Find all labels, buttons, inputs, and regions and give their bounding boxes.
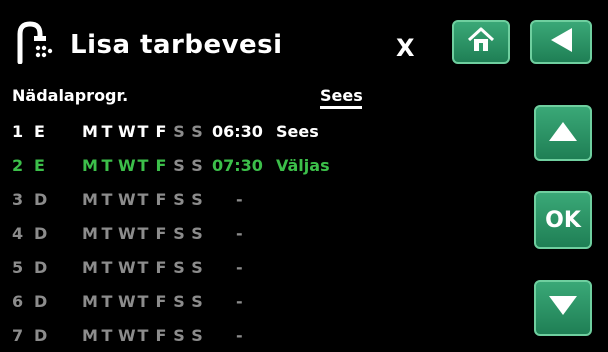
status-underline	[320, 106, 362, 109]
program-row[interactable]: 4DMTWTFSS-	[12, 220, 300, 246]
day-toggle: S	[191, 291, 203, 311]
tap-water-icon	[14, 20, 60, 65]
scroll-up-button[interactable]	[534, 105, 592, 161]
row-index: 1	[12, 121, 24, 141]
row-time: 06:30	[212, 121, 263, 141]
day-toggle: F	[155, 223, 167, 243]
program-label: Nädalaprogr.	[12, 86, 129, 105]
day-toggle: S	[191, 325, 203, 345]
day-toggle: F	[155, 121, 167, 141]
program-row[interactable]: 2 E M T W T F S S 07:30 Väljas	[12, 152, 330, 178]
day-toggle: T	[101, 155, 113, 175]
page-title: Lisa tarbevesi	[70, 30, 283, 60]
back-button[interactable]	[530, 20, 592, 64]
row-time: 07:30	[212, 155, 263, 175]
day-toggle: M	[82, 155, 98, 175]
day-toggle: T	[101, 257, 113, 277]
day-toggle: M	[82, 291, 98, 311]
program-row[interactable]: 7DMTWTFSS-	[12, 322, 300, 348]
close-button[interactable]: X	[396, 34, 415, 62]
ok-button[interactable]: OK	[534, 191, 592, 249]
row-time: -	[236, 223, 243, 243]
day-toggle: T	[101, 189, 113, 209]
arrow-left-icon	[548, 26, 574, 58]
row-mode: D	[34, 325, 48, 345]
row-time: -	[236, 291, 243, 311]
day-toggle: W	[118, 121, 136, 141]
day-toggle: T	[137, 121, 149, 141]
row-mode: E	[34, 155, 45, 175]
day-toggle: S	[173, 189, 185, 209]
day-toggle: W	[118, 223, 136, 243]
arrow-up-icon	[547, 119, 579, 147]
row-time: -	[236, 189, 243, 209]
row-index: 5	[12, 257, 24, 277]
row-mode: D	[34, 189, 48, 209]
scroll-down-button[interactable]	[534, 280, 592, 336]
day-toggle: S	[173, 325, 185, 345]
day-toggle: S	[191, 223, 203, 243]
day-toggle: S	[173, 155, 185, 175]
day-toggle: S	[191, 257, 203, 277]
row-status: Sees	[276, 121, 319, 141]
day-toggle: M	[82, 189, 98, 209]
day-toggle: F	[155, 189, 167, 209]
day-toggle: W	[118, 291, 136, 311]
row-index: 4	[12, 223, 24, 243]
program-row[interactable]: 6DMTWTFSS-	[12, 288, 300, 314]
row-mode: E	[34, 121, 45, 141]
row-index: 6	[12, 291, 24, 311]
day-toggle: T	[137, 325, 149, 345]
day-toggle: F	[155, 291, 167, 311]
home-icon	[466, 26, 496, 58]
day-toggle: S	[173, 257, 185, 277]
day-toggle: W	[118, 155, 136, 175]
day-toggle: W	[118, 325, 136, 345]
day-toggle: T	[137, 155, 149, 175]
row-index: 2	[12, 155, 24, 175]
home-button[interactable]	[452, 20, 510, 64]
program-row[interactable]: 5DMTWTFSS-	[12, 254, 300, 280]
row-mode: D	[34, 257, 48, 277]
day-toggle: W	[118, 189, 136, 209]
day-toggle: M	[82, 257, 98, 277]
day-toggle: S	[191, 121, 203, 141]
row-time: -	[236, 325, 243, 345]
day-toggle: M	[82, 121, 98, 141]
day-toggle: T	[137, 189, 149, 209]
day-toggle: F	[155, 325, 167, 345]
program-row[interactable]: 1 E M T W T F S S 06:30 Sees	[12, 118, 319, 144]
day-toggle: F	[155, 257, 167, 277]
row-mode: D	[34, 291, 48, 311]
day-toggle: T	[137, 257, 149, 277]
row-status: Väljas	[276, 155, 330, 175]
day-toggle: S	[191, 189, 203, 209]
day-toggle: T	[137, 223, 149, 243]
day-toggle: F	[155, 155, 167, 175]
day-toggle: T	[101, 223, 113, 243]
day-toggle: T	[101, 325, 113, 345]
row-mode: D	[34, 223, 48, 243]
row-index: 3	[12, 189, 24, 209]
day-toggle: T	[137, 291, 149, 311]
day-toggle: T	[101, 121, 113, 141]
day-toggle: S	[173, 291, 185, 311]
day-toggle: W	[118, 257, 136, 277]
arrow-down-icon	[547, 294, 579, 322]
row-time: -	[236, 257, 243, 277]
day-toggle: S	[191, 155, 203, 175]
row-index: 7	[12, 325, 24, 345]
program-row[interactable]: 3DMTWTFSS-	[12, 186, 300, 212]
day-toggle: S	[173, 121, 185, 141]
day-toggle: S	[173, 223, 185, 243]
day-toggle: M	[82, 325, 98, 345]
day-toggle: M	[82, 223, 98, 243]
day-toggle: T	[101, 291, 113, 311]
status-header: Sees	[320, 86, 363, 105]
